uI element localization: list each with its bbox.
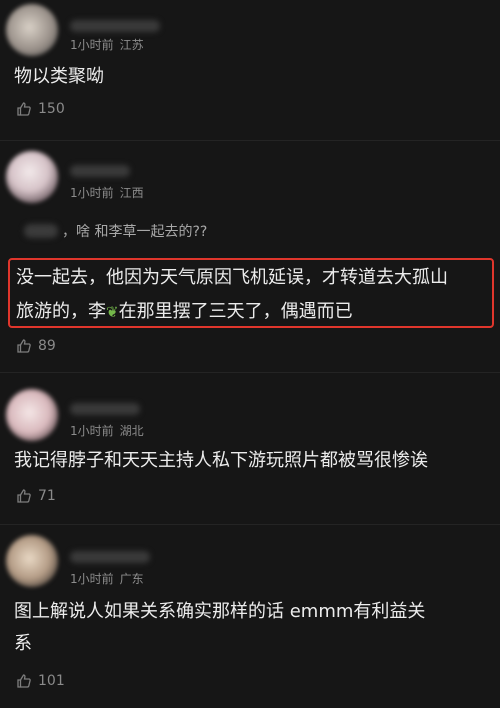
comment-time: 1小时前 xyxy=(70,572,114,586)
avatar[interactable] xyxy=(6,389,58,441)
comment-text-line: 旅游的，李❦在那里摆了三天了，偶遇而已 xyxy=(16,295,488,329)
like-count: 89 xyxy=(38,338,56,354)
comment-meta: 1小时前 广东 xyxy=(70,570,144,587)
comment-location: 江西 xyxy=(119,186,144,200)
like-button[interactable]: 89 xyxy=(16,338,56,354)
comment-location: 广东 xyxy=(119,572,144,586)
quote-text: ，啥 和李草一起去的?? xyxy=(62,224,208,240)
comment-time: 1小时前 xyxy=(70,424,114,438)
username-blurred[interactable] xyxy=(70,20,160,32)
comment-text-line: 没一起去，他因为天气原因飞机延误，才转道去大孤山 xyxy=(16,267,448,288)
comment-meta: 1小时前 江苏 xyxy=(70,36,144,53)
highlighted-comment-box: 没一起去，他因为天气原因飞机延误，才转道去大孤山 旅游的，李❦在那里摆了三天了，… xyxy=(8,258,494,328)
username-blurred[interactable] xyxy=(70,551,150,563)
avatar[interactable] xyxy=(6,151,58,203)
username-blurred[interactable] xyxy=(70,165,130,177)
thumbs-up-icon xyxy=(16,673,32,689)
comment-time: 1小时前 xyxy=(70,38,114,52)
thumbs-up-icon xyxy=(16,488,32,504)
comment-text: 物以类聚呦 xyxy=(14,66,104,87)
comment-item: 1小时前 江西 ，啥 和李草一起去的?? 89 xyxy=(0,141,500,371)
comment-location: 江苏 xyxy=(119,38,144,52)
comment-meta: 1小时前 江西 xyxy=(70,184,144,201)
comment-text-segment: 在那里摆了三天了，偶遇而已 xyxy=(118,301,353,322)
quoted-username-blurred xyxy=(24,224,58,238)
comment-text: 没一起去，他因为天气原因飞机延误，才转道去大孤山 旅游的，李❦在那里摆了三天了，… xyxy=(16,261,488,329)
comment-text: 我记得脖子和天天主持人私下游玩照片都被骂很惨诶 xyxy=(14,450,428,471)
comment-item: 1小时前 江苏 物以类聚呦 150 xyxy=(0,0,500,130)
comment-text-segment: 旅游的，李 xyxy=(16,301,106,322)
comment-location: 湖北 xyxy=(119,424,144,438)
like-button[interactable]: 71 xyxy=(16,488,56,504)
comment-time: 1小时前 xyxy=(70,186,114,200)
comment-text-line: 图上解说人如果关系确实那样的话 emmm有利益关 xyxy=(14,601,426,622)
like-count: 71 xyxy=(38,488,56,504)
avatar[interactable] xyxy=(6,4,58,56)
like-button[interactable]: 150 xyxy=(16,101,65,117)
comment-meta: 1小时前 湖北 xyxy=(70,422,144,439)
comment-item: 1小时前 广东 图上解说人如果关系确实那样的话 emmm有利益关 系 101 xyxy=(0,525,500,708)
like-count: 101 xyxy=(38,673,65,689)
avatar[interactable] xyxy=(6,535,58,587)
thumbs-up-icon xyxy=(16,101,32,117)
username-blurred[interactable] xyxy=(70,403,140,415)
like-count: 150 xyxy=(38,101,65,117)
like-button[interactable]: 101 xyxy=(16,673,65,689)
comment-text-line: 系 xyxy=(14,633,32,654)
thumbs-up-icon xyxy=(16,338,32,354)
reply-quote[interactable]: ，啥 和李草一起去的?? xyxy=(24,221,207,241)
leaf-emoji-icon: ❦ xyxy=(106,303,119,321)
comment-item: 1小时前 湖北 我记得脖子和天天主持人私下游玩照片都被骂很惨诶 71 xyxy=(0,373,500,513)
comment-text: 图上解说人如果关系确实那样的话 emmm有利益关 系 xyxy=(14,596,494,660)
